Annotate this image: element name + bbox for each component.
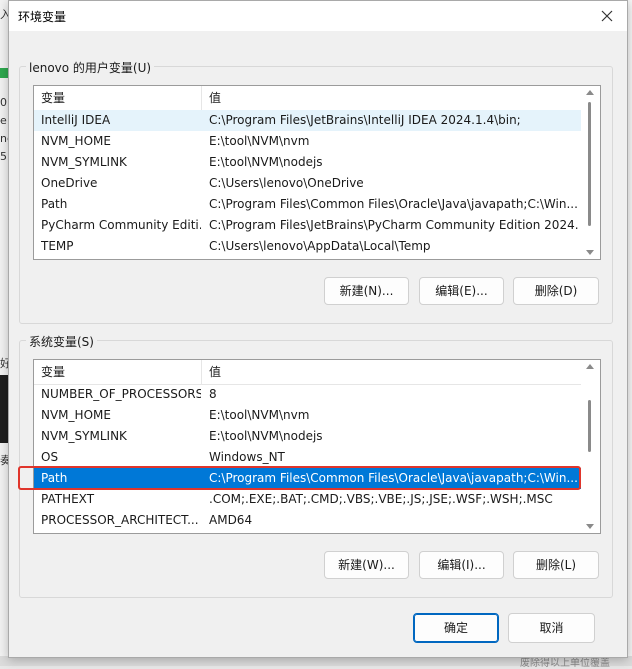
- column-header-name[interactable]: 变量: [34, 360, 202, 384]
- vertical-scrollbar[interactable]: [581, 86, 600, 259]
- table-row[interactable]: PyCharm Community Editi... C:\Program Fi…: [34, 215, 581, 236]
- variable-name: Path: [41, 197, 68, 211]
- system-new-button[interactable]: 新建(W)...: [324, 551, 409, 579]
- scroll-thumb[interactable]: [588, 400, 591, 452]
- variable-value: C:\Users\lenovo\AppData\Local\Temp: [209, 239, 431, 253]
- variable-value: C:\Program Files\JetBrains\PyCharm Commu…: [209, 218, 579, 232]
- variable-value: E:\tool\NVM\nvm: [209, 134, 310, 148]
- variable-value: C:\Program Files\Common Files\Oracle\Jav…: [209, 471, 578, 485]
- scroll-down-arrow-icon[interactable]: [586, 524, 594, 529]
- scroll-up-arrow-icon[interactable]: [586, 90, 594, 95]
- background-text: 0: [0, 96, 7, 109]
- variable-value: .COM;.EXE;.BAT;.CMD;.VBS;.VBE;.JS;.JSE;.…: [209, 492, 553, 506]
- variable-name: NVM_HOME: [41, 134, 111, 148]
- variable-value: C:\Users\lenovo\OneDrive: [209, 176, 364, 190]
- table-row[interactable]: OneDrive C:\Users\lenovo\OneDrive: [34, 173, 581, 194]
- dialog-title: 环境变量: [18, 10, 67, 24]
- variable-value: E:\tool\NVM\nodejs: [209, 155, 323, 169]
- system-variables-label: 系统变量(S): [26, 333, 97, 350]
- system-edit-button[interactable]: 编辑(I)...: [419, 551, 504, 579]
- background-green-bar: [0, 68, 8, 78]
- variable-name: OS: [41, 450, 59, 464]
- variable-value: C:\Program Files\JetBrains\IntelliJ IDEA…: [209, 113, 521, 127]
- variable-name: NVM_SYMLINK: [41, 155, 127, 169]
- table-row[interactable]: PROCESSOR_ARCHITECT... AMD64: [34, 510, 581, 531]
- variable-name: OneDrive: [41, 176, 98, 190]
- table-row[interactable]: NVM_SYMLINK E:\tool\NVM\nodejs: [34, 426, 581, 447]
- table-row[interactable]: NVM_SYMLINK E:\tool\NVM\nodejs: [34, 152, 581, 173]
- vertical-scrollbar[interactable]: [581, 360, 600, 533]
- variable-name: PATHEXT: [41, 492, 95, 506]
- variable-name: IntelliJ IDEA: [41, 113, 111, 127]
- user-delete-button[interactable]: 删除(D): [513, 277, 599, 305]
- user-edit-button[interactable]: 编辑(E)...: [419, 277, 504, 305]
- cancel-button[interactable]: 取消: [508, 613, 595, 643]
- user-variables-list[interactable]: 变量 值 IntelliJ IDEA C:\Program Files\JetB…: [33, 85, 601, 260]
- table-row[interactable]: NUMBER_OF_PROCESSORS 8: [34, 384, 581, 405]
- scroll-up-arrow-icon[interactable]: [586, 364, 594, 369]
- column-header-name[interactable]: 变量: [34, 86, 202, 110]
- variable-name: TEMP: [41, 239, 74, 253]
- variable-value: AMD64: [209, 513, 253, 527]
- variable-name: NVM_HOME: [41, 408, 111, 422]
- background-dark-panel: [0, 375, 8, 443]
- close-button[interactable]: [587, 1, 627, 31]
- scroll-down-arrow-icon[interactable]: [586, 250, 594, 255]
- column-header-value[interactable]: 值: [202, 86, 581, 110]
- variable-name: PyCharm Community Editi...: [41, 218, 201, 232]
- variable-name: Path: [41, 471, 68, 485]
- variable-value: Windows_NT: [209, 450, 285, 464]
- close-icon: [601, 10, 613, 22]
- background-text: e: [0, 114, 7, 127]
- column-header-value[interactable]: 值: [202, 360, 581, 384]
- scroll-thumb[interactable]: [588, 102, 591, 226]
- user-new-button[interactable]: 新建(N)...: [324, 277, 409, 305]
- variable-value: E:\tool\NVM\nodejs: [209, 429, 323, 443]
- list-header: 变量 值: [34, 86, 581, 111]
- list-header: 变量 值: [34, 360, 581, 385]
- selected-row-path[interactable]: Path C:\Program Files\Common Files\Oracl…: [34, 468, 581, 489]
- variable-name: NVM_SYMLINK: [41, 429, 127, 443]
- table-row[interactable]: NVM_HOME E:\tool\NVM\nvm: [34, 405, 581, 426]
- variable-name: PROCESSOR_ARCHITECT...: [41, 513, 199, 527]
- table-row[interactable]: Path C:\Program Files\Common Files\Oracl…: [34, 194, 581, 215]
- table-row[interactable]: OS Windows_NT: [34, 447, 581, 468]
- variable-value: E:\tool\NVM\nvm: [209, 408, 310, 422]
- system-variables-list[interactable]: 变量 值 NUMBER_OF_PROCESSORS 8 NVM_HOME E:\…: [33, 359, 601, 534]
- variable-value: C:\Program Files\Common Files\Oracle\Jav…: [209, 197, 578, 211]
- system-delete-button[interactable]: 删除(L): [513, 551, 599, 579]
- ok-button[interactable]: 确定: [413, 613, 499, 643]
- variable-name: NUMBER_OF_PROCESSORS: [41, 387, 201, 401]
- table-row[interactable]: PATHEXT .COM;.EXE;.BAT;.CMD;.VBS;.VBE;.J…: [34, 489, 581, 510]
- title-bar[interactable]: 环境变量: [9, 1, 627, 31]
- table-row[interactable]: IntelliJ IDEA C:\Program Files\JetBrains…: [34, 110, 581, 131]
- table-row[interactable]: NVM_HOME E:\tool\NVM\nvm: [34, 131, 581, 152]
- table-row[interactable]: TEMP C:\Users\lenovo\AppData\Local\Temp: [34, 236, 581, 257]
- user-variables-label: lenovo 的用户变量(U): [26, 59, 155, 76]
- variable-value: 8: [209, 387, 217, 401]
